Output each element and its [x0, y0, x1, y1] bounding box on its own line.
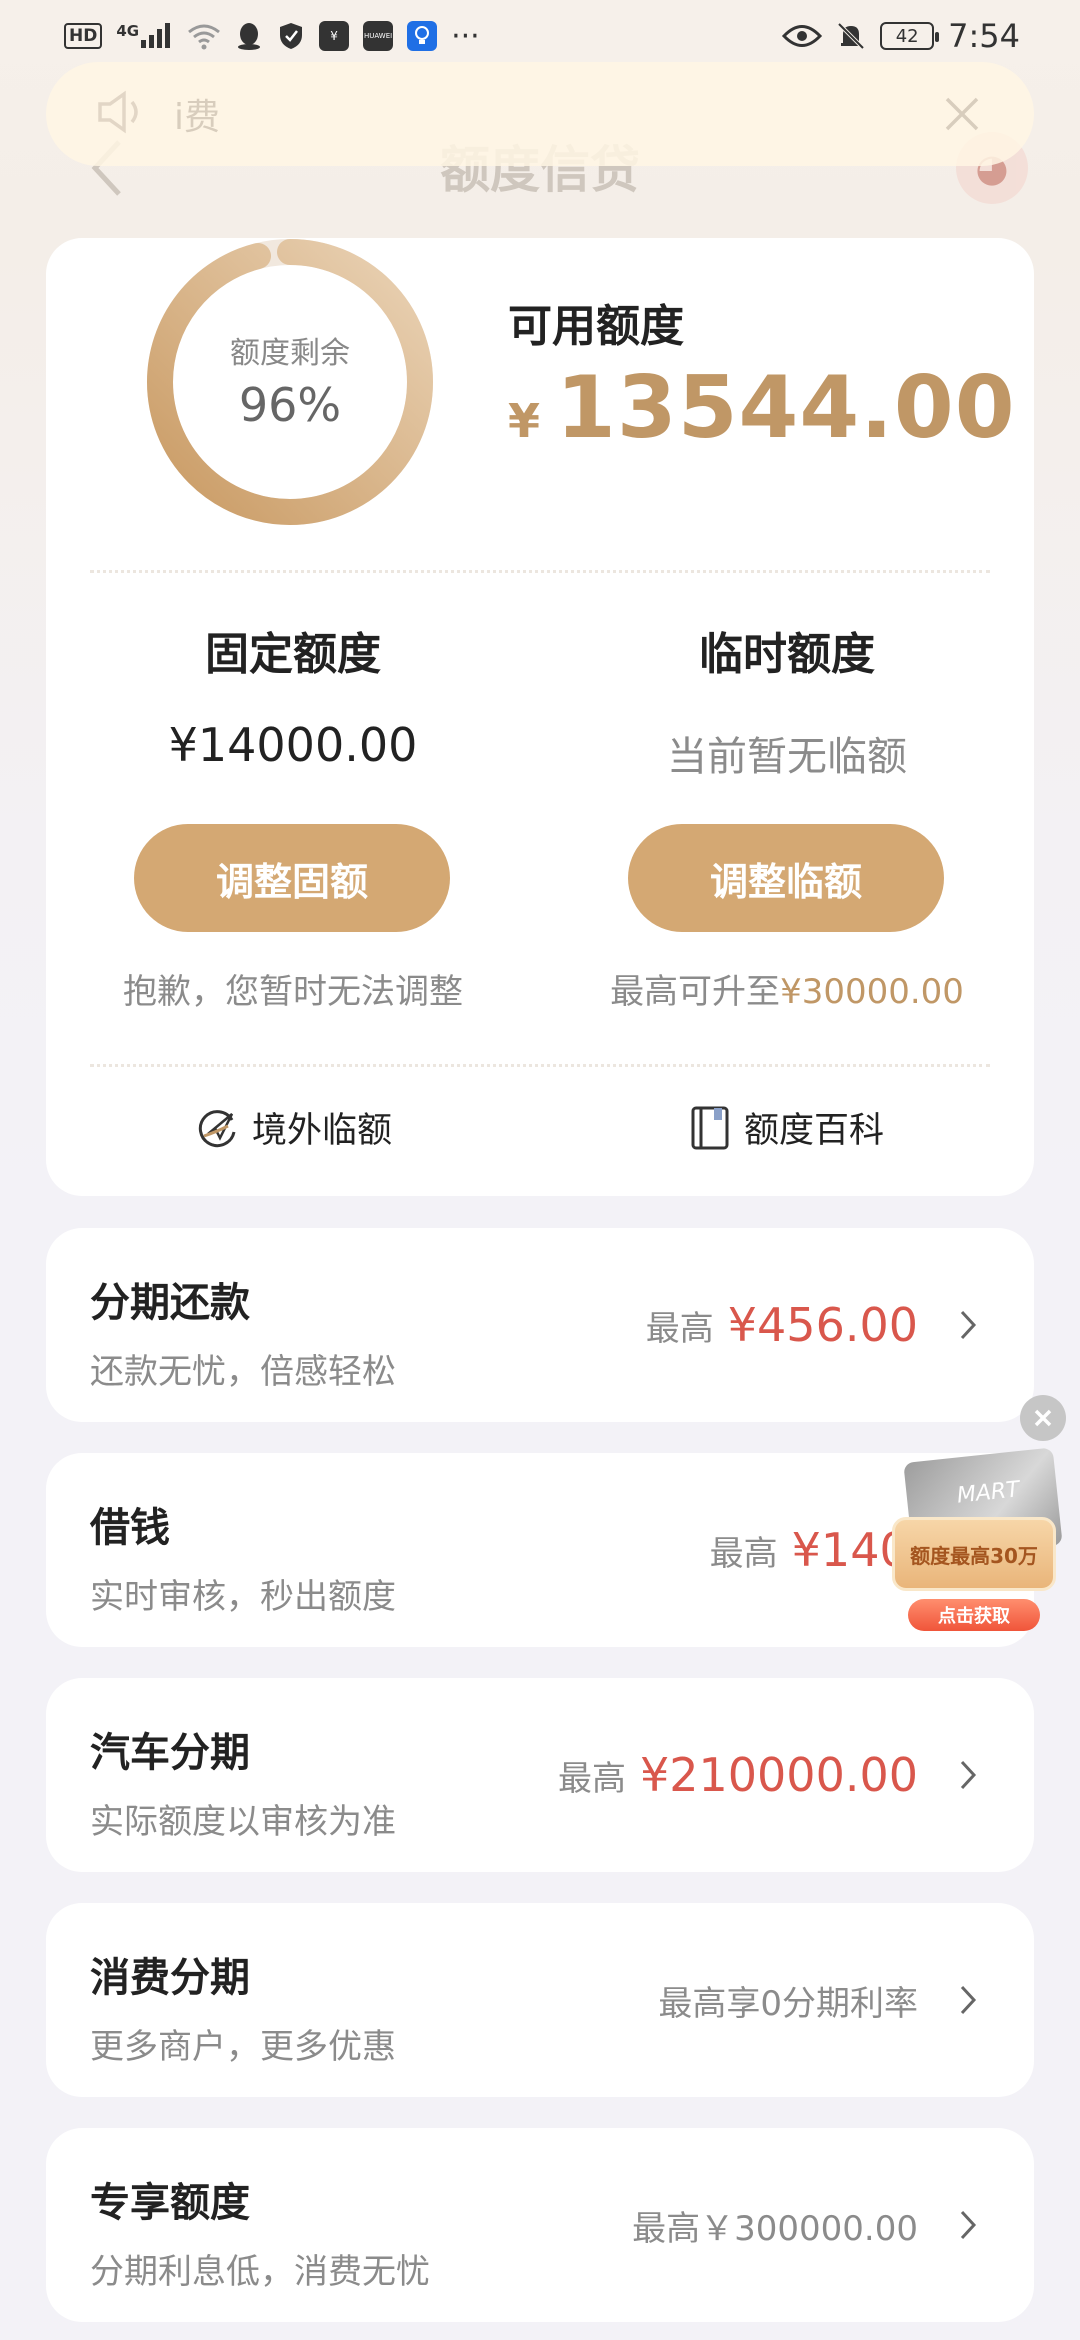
max-amount-text: 最高￥300000.00 — [632, 2208, 918, 2249]
chevron-right-icon — [958, 1678, 978, 1872]
mute-bell-icon — [836, 21, 866, 51]
temp-note-prefix: 最高可升至 — [610, 972, 781, 1012]
header: 额度信贷 ◕ i费 — [0, 60, 1080, 240]
ad-cta-button[interactable]: 点击获取 — [908, 1599, 1040, 1631]
fixed-quota-value: ¥14000.00 — [168, 718, 418, 772]
notice-close-button[interactable] — [940, 92, 984, 136]
ad-headline: 额度最高30万 — [892, 1517, 1056, 1591]
battery-level: 42 — [895, 25, 919, 47]
chevron-right-icon — [958, 1228, 978, 1422]
list-item-subtitle: 分期利息低，消费无忧 — [90, 2252, 430, 2292]
battery-icon: 42 — [880, 22, 940, 50]
list-item-value: 最高￥300000.00 — [632, 2128, 918, 2322]
plane-globe-icon — [198, 1109, 236, 1147]
chevron-right-icon — [958, 2128, 978, 2322]
list-item-title: 消费分期 — [90, 1955, 250, 2001]
huawei-label: HUAWEI — [363, 32, 393, 40]
list-item-title: 汽车分期 — [90, 1730, 250, 1776]
ring-value: 96% — [238, 378, 342, 432]
list-item-exclusive-quota[interactable]: 专享额度 分期利息低，消费无忧 最高￥300000.00 — [46, 2128, 1034, 2322]
ring-label: 额度剩余 — [230, 336, 350, 371]
quota-wiki-link[interactable]: 额度百科 — [540, 1102, 1034, 1153]
huawei-app-icon: HUAWEI — [363, 21, 394, 51]
temp-quota-note: 最高可升至¥30000.00 — [540, 964, 1034, 1013]
network-type: 4G — [116, 22, 140, 40]
divider — [90, 570, 990, 573]
available-amount: ¥ 13544.00 — [508, 358, 1016, 458]
temp-quota-value: 当前暂无临额 — [667, 734, 907, 780]
qq-icon — [235, 21, 263, 51]
chevron-right-icon — [958, 1903, 978, 2097]
list-item-value: 最高 ¥456.00 — [646, 1228, 918, 1422]
temp-note-amount: ¥30000.00 — [780, 972, 964, 1012]
list-item-value: 最高享0分期利率 — [658, 1903, 918, 2097]
status-right: 42 7:54 — [782, 17, 1020, 55]
quota-wiki-label: 额度百科 — [743, 1111, 884, 1151]
notice-bar[interactable]: i费 — [46, 62, 1034, 166]
list-item-value: 最高 ¥210000.00 — [558, 1678, 918, 1872]
list-item-subtitle: 实时审核，秒出额度 — [90, 1577, 396, 1617]
hd-badge: HD — [64, 23, 103, 49]
eye-icon — [782, 23, 823, 49]
max-prefix: 最高 — [557, 1758, 626, 1799]
fixed-quota-title: 固定额度 — [205, 629, 381, 680]
max-prefix: 最高 — [645, 1308, 714, 1349]
adjust-temp-button[interactable]: 调整临额 — [628, 824, 944, 932]
floating-credit-card-ad[interactable]: MART 额度最高30万 点击获取 — [880, 1447, 1070, 1633]
shield-icon — [277, 21, 305, 51]
more-notifications-icon: ··· — [451, 18, 480, 54]
list-item-subtitle: 更多商户，更多优惠 — [90, 2027, 396, 2067]
adjust-fixed-button[interactable]: 调整固额 — [134, 824, 450, 932]
divider — [90, 1064, 990, 1067]
list-item-subtitle: 还款无忧，倍感轻松 — [90, 1352, 396, 1392]
list-item-installment-repay[interactable]: 分期还款 还款无忧，倍感轻松 最高 ¥456.00 — [46, 1228, 1034, 1422]
fixed-quota-note: 抱歉，您暂时无法调整 — [123, 972, 463, 1012]
available-amount-value: 13544.00 — [556, 358, 1016, 458]
wifi-icon — [187, 22, 221, 50]
list-item-car-installment[interactable]: 汽车分期 实际额度以审核为准 最高 ¥210000.00 — [46, 1678, 1034, 1872]
clock: 7:54 — [948, 17, 1020, 55]
list-item-subtitle: 实际额度以审核为准 — [90, 1802, 396, 1842]
close-icon — [945, 97, 979, 131]
ad-close-button[interactable] — [1020, 1395, 1066, 1441]
available-label: 可用额度 — [508, 301, 684, 352]
book-icon — [691, 1106, 729, 1149]
promo-text: 最高享0分期利率 — [658, 1983, 918, 2024]
bank-app-icon: ¥ — [319, 21, 350, 51]
overseas-temp-link[interactable]: 境外临额 — [46, 1102, 540, 1153]
max-amount: ¥456.00 — [727, 1298, 918, 1352]
list-item-title: 专享额度 — [90, 2180, 250, 2226]
bulb-app-icon — [407, 21, 438, 51]
currency-symbol: ¥ — [508, 394, 541, 448]
close-icon — [1034, 1409, 1052, 1427]
max-prefix: 最高 — [709, 1533, 778, 1574]
notice-text: i费 — [174, 97, 221, 138]
list-item-title: 分期还款 — [90, 1280, 250, 1326]
signal-icon: 4G — [116, 22, 173, 50]
card-brand-text: MART — [955, 1477, 1021, 1509]
max-amount: ¥210000.00 — [639, 1748, 918, 1802]
status-left: HD 4G ¥ HUAWEI ··· — [64, 19, 480, 54]
overseas-temp-label: 境外临额 — [251, 1111, 392, 1151]
list-item-title: 借钱 — [90, 1505, 170, 1551]
temp-quota-title: 临时额度 — [699, 629, 875, 680]
list-item-consumer-installment[interactable]: 消费分期 更多商户，更多优惠 最高享0分期利率 — [46, 1903, 1034, 2097]
quota-card: 额度剩余 96% 可用额度 ¥ 13544.00 固定额度 ¥14000.00 … — [46, 238, 1034, 1196]
speaker-icon — [96, 90, 148, 138]
